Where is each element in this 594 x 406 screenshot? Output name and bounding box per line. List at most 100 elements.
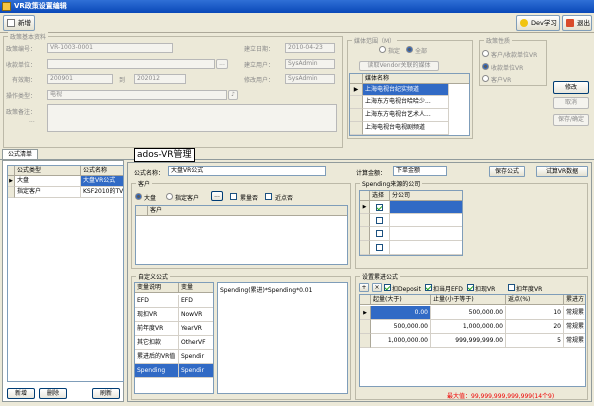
variable-desc-cell[interactable]: EFD [135, 295, 179, 308]
variable-name-cell[interactable]: OtherVF [179, 336, 213, 350]
variable-name-cell[interactable]: EFD [179, 295, 213, 308]
media-specified-radio[interactable] [379, 46, 386, 53]
vendor-pick-button[interactable]: ... [216, 59, 228, 69]
media-range-legend: 媒体范围（M） [352, 36, 398, 45]
period-to-select[interactable]: 202012 [134, 74, 186, 84]
build-date-field[interactable]: 2010-04-23 [285, 43, 335, 53]
deposit-checkbox[interactable] [384, 284, 391, 291]
type-pick-button[interactable]: ♪ [228, 90, 238, 100]
prog-cell[interactable]: 500,000.00 [431, 306, 506, 320]
vendor-label: 收款单位： [6, 62, 37, 69]
media-list-item[interactable]: 上海电视台电视剧频道 [363, 122, 449, 135]
nature-client-radio[interactable] [482, 75, 489, 82]
spending-company-cell[interactable] [390, 227, 462, 241]
add-row-icon[interactable]: + [359, 283, 369, 292]
cancel-button[interactable]: 取消 [553, 97, 589, 109]
variable-name-cell[interactable]: Spendir [179, 364, 213, 378]
modify-user-label: 修改用户： [244, 77, 275, 84]
build-user-field[interactable]: SysAdmin [285, 59, 335, 69]
dev-study-button[interactable]: Dev学习 [516, 15, 560, 31]
formula-name-input[interactable]: 大盘VR公式 [168, 166, 326, 176]
build-user-label: 建立用户： [244, 62, 275, 69]
window-title-bar: VR政策设置编辑 [0, 0, 594, 13]
formula-refresh-button[interactable]: 刷新 [92, 388, 120, 399]
tab-formula-list[interactable]: 公式清单 [2, 149, 38, 159]
modify-user-field[interactable]: SysAdmin [285, 74, 335, 84]
formula-row-type[interactable]: 大盘 [15, 176, 81, 187]
spending-company-cell[interactable] [390, 241, 462, 255]
remark-textarea[interactable] [47, 104, 337, 132]
spending-select-checkbox[interactable] [376, 230, 383, 237]
app-icon [2, 2, 11, 11]
fetch-vendor-media-button[interactable]: 读取Vendor关联的媒体 [359, 61, 439, 71]
now-vr-checkbox[interactable] [467, 284, 474, 291]
variable-name-cell[interactable]: Spendir [179, 350, 213, 364]
prog-cell[interactable]: 常规累 [564, 306, 585, 320]
prog-cell[interactable]: 500,000.00 [371, 320, 431, 334]
client-specified-radio[interactable] [166, 193, 173, 200]
prog-cell[interactable]: 20 [506, 320, 564, 334]
spending-grid: 选择 分公司 ▶ [359, 190, 463, 256]
period-to-label: 到 [119, 77, 126, 84]
media-list-item[interactable]: 上海东方电视台哈哈少... [363, 96, 449, 109]
new-policy-button[interactable]: 新增 [3, 15, 35, 31]
formula-row-name[interactable]: 大盘VR公式 [81, 176, 123, 187]
variable-desc-cell[interactable]: 前年度VR [135, 322, 179, 336]
near-point-checkbox[interactable] [265, 193, 272, 200]
nature-client-label: 客户VR [491, 77, 512, 84]
spending-select-checkbox[interactable] [376, 217, 383, 224]
media-all-radio[interactable] [406, 46, 413, 53]
max-value-note: 最大值：99,999,999,999,999(14个9) [447, 393, 555, 400]
save-formula-button[interactable]: 保存公式 [489, 166, 525, 177]
accumulate-checkbox[interactable] [230, 193, 237, 200]
vendor-field[interactable] [47, 59, 215, 69]
type-field[interactable]: 电视 [47, 90, 227, 100]
variable-desc-cell[interactable]: 累进后的VR值 [135, 350, 179, 364]
prog-cell[interactable]: 5 [506, 334, 564, 348]
variable-name-cell[interactable]: NowVR [179, 308, 213, 322]
spending-company-cell[interactable] [390, 214, 462, 227]
media-list-item[interactable]: 上海电视台纪实频道 [363, 84, 449, 96]
prog-cell[interactable]: 0.00 [371, 306, 431, 320]
try-calc-button[interactable]: 试算VR数据 [536, 166, 588, 177]
formula-expression-editor[interactable]: Spending(累进)*Spending*0.01 [217, 282, 348, 394]
save-confirm-button[interactable]: 保存/确定 [553, 114, 589, 126]
variable-desc-cell[interactable]: Spending [135, 364, 179, 378]
client-big-radio[interactable] [135, 193, 142, 200]
exit-button[interactable]: 退出 [562, 15, 592, 31]
media-list-item[interactable]: 上海东方电视台艺术人... [363, 109, 449, 122]
prog-cell[interactable]: 常规累 [564, 334, 585, 348]
variable-grid: 变量说明 变量 EFD EFD 现扣VR NowVR 前年度VR YearVR … [134, 282, 214, 394]
tooltip: ados-VR管理 [134, 148, 195, 162]
spending-company-cell[interactable] [390, 201, 462, 214]
formula-new-button[interactable]: 新增 [7, 388, 35, 399]
spending-select-checkbox[interactable] [376, 244, 383, 251]
formula-row-type[interactable]: 指定客户 [15, 187, 81, 198]
spending-select-cell [370, 227, 390, 241]
delete-row-icon[interactable]: × [372, 283, 382, 292]
efd-checkbox[interactable] [425, 284, 432, 291]
policy-no-field[interactable]: VR-1003-0001 [47, 43, 173, 53]
nature-vendor-radio[interactable] [482, 63, 489, 70]
nature-client-vendor-radio[interactable] [482, 50, 489, 57]
client-pick-button[interactable]: ... [211, 191, 223, 201]
prog-cell[interactable]: 999,999,999.00 [431, 334, 506, 348]
year-vr-checkbox[interactable] [508, 284, 515, 291]
prog-cell[interactable]: 1,000,000.00 [371, 334, 431, 348]
formula-delete-button[interactable]: 删除 [39, 388, 67, 399]
variable-name-cell[interactable]: YearVR [179, 322, 213, 336]
formula-grid-corner [8, 166, 15, 176]
prog-cell[interactable]: 10 [506, 306, 564, 320]
period-from-select[interactable]: 200901 [47, 74, 113, 84]
efd-label: 扣当月EFD [433, 286, 463, 293]
calc-amount-select[interactable]: 下单金额 [393, 166, 447, 176]
variable-desc-cell[interactable]: 现扣VR [135, 308, 179, 322]
spending-select-checkbox[interactable] [376, 204, 383, 211]
variable-desc-cell[interactable]: 其它扣款 [135, 336, 179, 350]
prog-cell[interactable]: 1,000,000.00 [431, 320, 506, 334]
formula-row-name[interactable]: KSF2010的TV- [81, 187, 123, 198]
progressive-grid-corner [360, 295, 371, 305]
client-big-label: 大盘 [144, 195, 157, 202]
modify-button[interactable]: 修改 [553, 81, 589, 94]
prog-cell[interactable]: 常规累 [564, 320, 585, 334]
